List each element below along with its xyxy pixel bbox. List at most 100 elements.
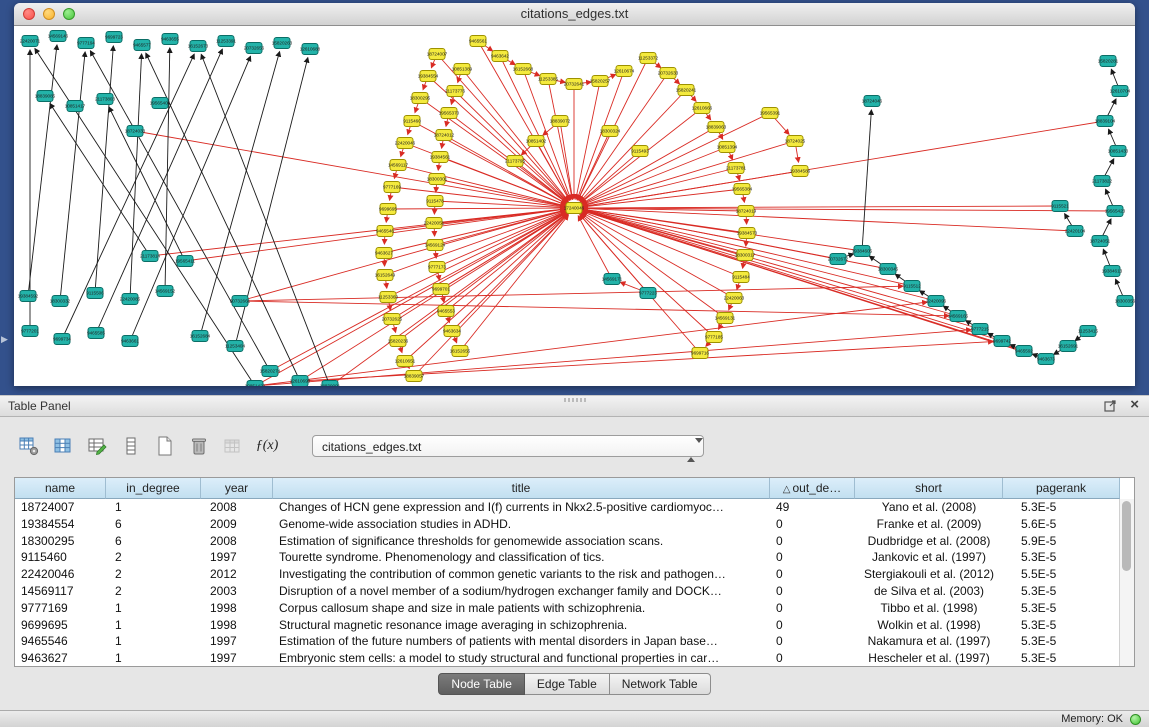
graph-node[interactable]: 19384613 [1102,266,1123,277]
graph-node[interactable]: 9465561 [469,36,487,47]
graph-node[interactable]: 18300345 [878,264,899,275]
graph-node[interactable]: 19565391 [760,108,781,119]
graph-node[interactable]: 11253372 [638,53,659,64]
network-select-dropdown[interactable]: citations_edges.txt [312,435,704,457]
scrollbar-thumb[interactable] [1122,501,1131,571]
graph-node[interactable]: 9463655 [161,34,179,45]
graph-node[interactable]: 10851389 [452,64,473,75]
graph-node[interactable]: 9463661 [121,336,139,347]
graph-node[interactable]: 11253404 [225,341,246,352]
graph-node[interactable]: 19384554 [418,71,439,82]
graph-node[interactable]: 15820241 [676,85,697,96]
graph-node[interactable]: 9777215 [971,324,989,335]
graph-node[interactable]: 14569146 [48,31,69,42]
graph-node[interactable]: 12610693 [290,376,311,387]
graph-node[interactable]: 11253391 [216,36,237,47]
graph-node[interactable]: 22420051 [424,218,445,229]
graph-node[interactable]: 12610688 [300,44,321,55]
graph-node[interactable]: 9777194 [77,38,95,49]
graph-node[interactable]: 19565406 [150,98,171,109]
graph-node[interactable]: 21173814 [140,251,161,262]
graph-node[interactable]: 9463673 [1037,354,1055,365]
graph-node[interactable]: 19565423 [1105,206,1126,217]
table-row[interactable]: 977716911998Corpus callosum shape and si… [15,600,1134,617]
graph-node[interactable]: 12610651 [395,356,416,367]
graph-node[interactable]: 21173776 [445,86,466,97]
graph-node[interactable]: 18839063 [706,122,727,133]
graph-node[interactable]: 18839085 [35,91,56,102]
graph-node[interactable]: 9115506 [86,288,104,299]
graph-node[interactable]: 20732625 [382,314,403,325]
graph-node[interactable]: 9699701 [432,284,450,295]
graph-node[interactable]: 11253385 [538,74,559,85]
graph-node[interactable]: 14569131 [715,313,736,324]
graph-node[interactable]: 9465585 [87,328,105,339]
graph-node[interactable]: 19565384 [732,184,753,195]
graph-node[interactable]: 15820281 [1098,56,1119,67]
graph-node[interactable]: 22420085 [120,294,141,305]
graph-node[interactable]: 9115521 [1051,201,1069,212]
column-header-name[interactable]: name [15,478,106,499]
delete-icon[interactable] [184,431,214,461]
graph-node[interactable]: 9699716 [691,348,709,359]
graph-node[interactable]: 20732661 [230,296,251,307]
graph-node[interactable]: 18300317 [735,250,756,261]
graph-node[interactable]: 18839091 [320,381,341,387]
graph-node[interactable]: 9463634 [443,326,461,337]
network-canvas[interactable]: 1724004618724007193845541830029591154602… [14,26,1135,386]
graph-node[interactable]: 19565370 [439,108,460,119]
graph-node[interactable]: 11253415 [1078,326,1099,337]
graph-node[interactable]: 19384592 [18,291,39,302]
graph-node[interactable]: 11253360 [378,292,399,303]
table-row[interactable]: 1456911722003Disruption of a novel membe… [15,583,1134,600]
new-document-icon[interactable] [150,431,180,461]
citation-network-graph[interactable]: 1724004618724007193845541830029591154602… [14,26,1135,386]
graph-node[interactable]: 9465592 [1015,346,1033,357]
graph-node[interactable]: 21173781 [726,163,747,174]
graph-node[interactable]: 9465577 [133,40,151,51]
graph-node[interactable]: 18300324 [600,126,621,137]
graph-node[interactable]: 21173822 [1092,176,1113,187]
graph-node[interactable]: 9699695 [379,204,397,215]
graph-node[interactable]: 19384561 [430,152,451,163]
graph-node[interactable]: 14569117 [388,160,409,171]
function-builder-icon[interactable]: ƒ(x) [252,431,282,461]
graph-node[interactable]: 14569171 [602,274,623,285]
graph-node[interactable]: 10851417 [65,101,86,112]
graph-node[interactable]: 18300356 [1115,296,1135,307]
graph-node[interactable]: 20732672 [828,254,849,265]
graph-node[interactable]: 9777201 [21,326,39,337]
graph-node[interactable]: 9699723 [105,32,123,43]
graph-node[interactable]: 9463627 [375,248,393,259]
graph-node[interactable]: 9699734 [53,334,71,345]
graph-node[interactable]: 12610704 [1110,86,1131,97]
table-row[interactable]: 946554611997Estimation of the future num… [15,633,1134,650]
graph-node[interactable]: 12610666 [692,103,713,114]
graph-node[interactable]: 18724012 [434,130,455,141]
graph-node[interactable]: 9777169 [383,182,401,193]
graph-node[interactable]: 15820257 [590,76,611,87]
graph-node[interactable]: 12610674 [614,66,635,77]
table-edit-icon[interactable] [82,431,112,461]
graph-node[interactable]: 10851422 [245,381,266,387]
graph-node[interactable]: 16152649 [375,270,396,281]
graph-node[interactable]: 9777185 [705,332,723,343]
graph-node[interactable]: 10851394 [717,142,738,153]
graph-node[interactable]: 9115478 [426,196,444,207]
graph-node[interactable]: 18300332 [50,296,71,307]
graph-node[interactable]: 18724046 [862,96,883,107]
graph-node[interactable]: 14569152 [155,286,176,297]
graph-node[interactable]: 9115460 [403,116,421,127]
table-row[interactable]: 1938455462009Genome-wide association stu… [15,516,1134,533]
graph-node[interactable]: 17240046 [564,203,585,214]
graph-node[interactable]: 20732641 [564,79,585,90]
graph-node[interactable]: 15820263 [272,38,293,49]
graph-node[interactable]: 19565411 [175,256,196,267]
graph-node[interactable]: 16152668 [513,64,534,75]
graph-node[interactable]: 16152684 [190,331,211,342]
graph-node[interactable]: 22420104 [1065,226,1086,237]
import-table-disabled-icon[interactable] [218,431,248,461]
graph-node[interactable]: 21173795 [505,156,526,167]
graph-node[interactable]: 10851402 [526,136,547,147]
column-header-title[interactable]: title [273,478,770,499]
